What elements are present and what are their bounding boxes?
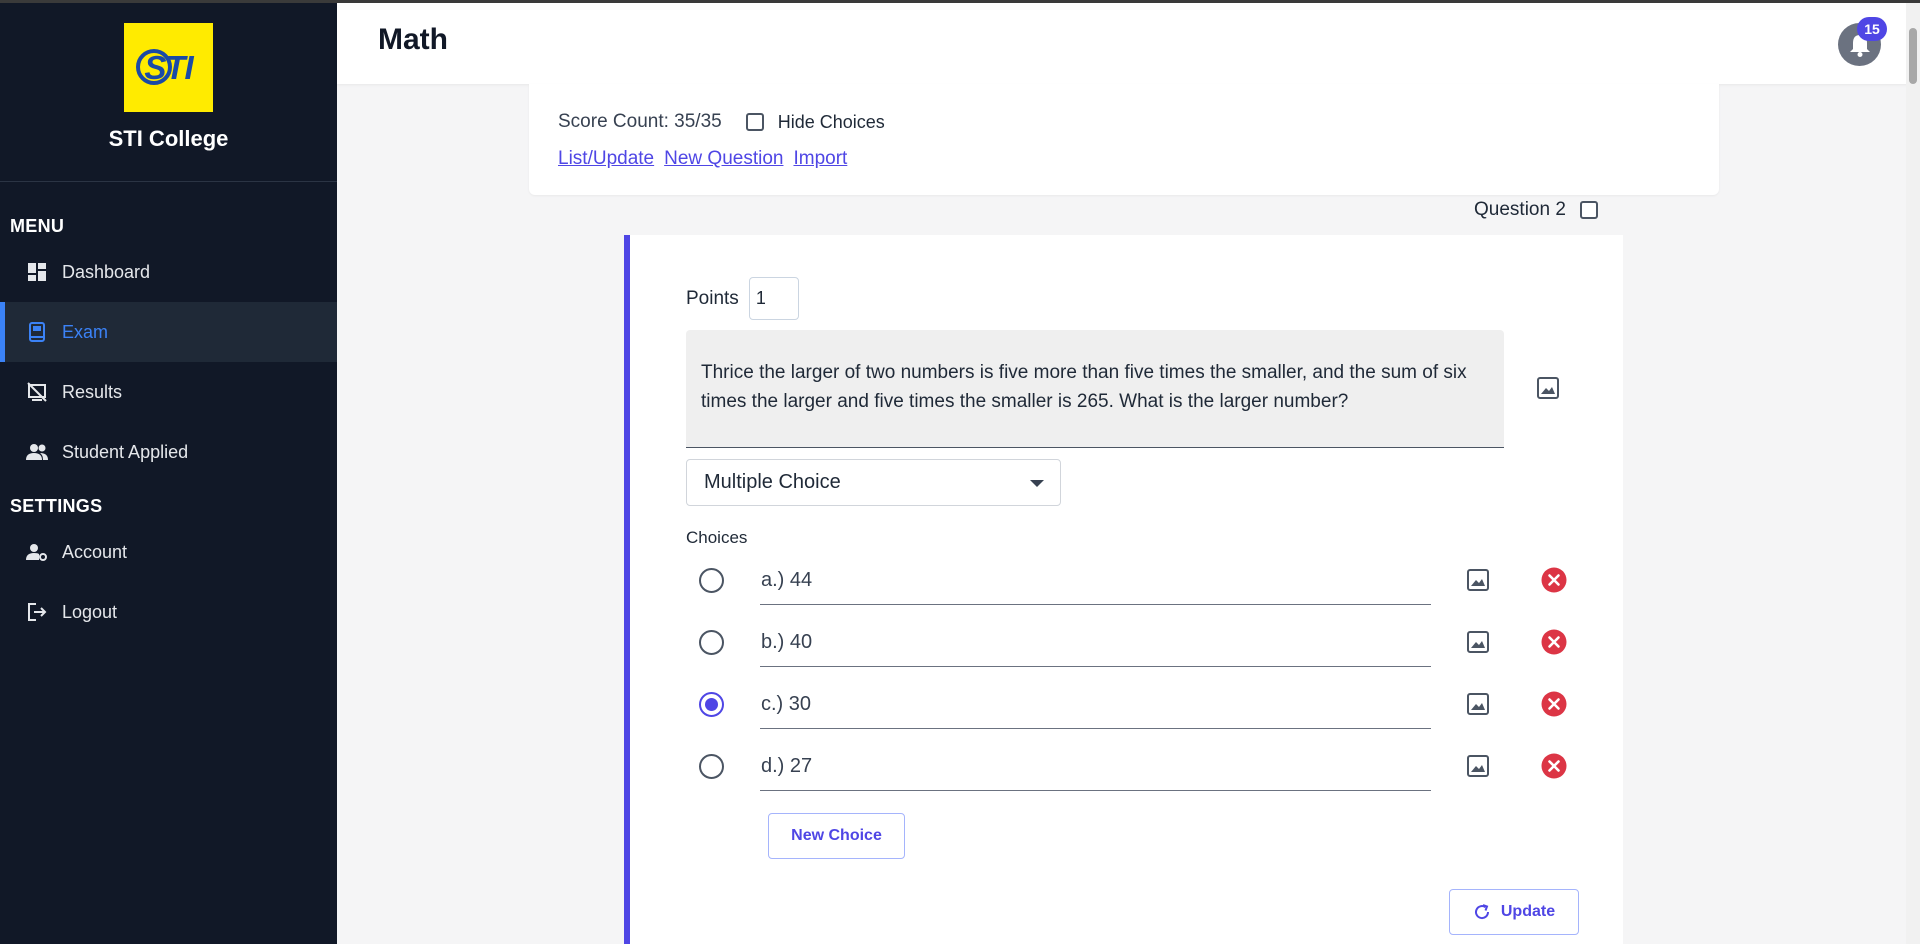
points-row: Points 1 (686, 277, 799, 320)
hide-choices-toggle[interactable]: Hide Choices (745, 111, 885, 133)
choice-row: d.) 27 (686, 741, 1586, 791)
delete-choice-button[interactable] (1541, 567, 1567, 598)
choice-row: b.) 40 (686, 617, 1586, 667)
delete-choice-button[interactable] (1541, 629, 1567, 660)
people-icon (26, 441, 48, 463)
brand-name: STI College (108, 126, 229, 151)
sidebar-item-label: Student Applied (62, 441, 189, 462)
choice-text-field[interactable]: a.) 44 (760, 555, 1431, 605)
image-icon (1467, 631, 1489, 653)
sidebar-item-label: Exam (62, 321, 109, 342)
question-type-value: Multiple Choice (704, 471, 841, 493)
sidebar-item-student-applied[interactable]: Student Applied (0, 422, 337, 482)
close-circle-icon (1541, 753, 1567, 779)
exam-toolbar-card: Score Count: 35/35 Hide Choices List/Upd… (529, 84, 1719, 195)
import-link[interactable]: Import (793, 148, 847, 170)
sidebar-item-label: Results (62, 381, 123, 402)
choice-radio[interactable] (699, 754, 724, 779)
account-settings-icon (26, 541, 48, 563)
hide-choices-label: Hide Choices (777, 111, 885, 132)
choice-row: a.) 44 (686, 555, 1586, 605)
choice-text-field[interactable]: c.) 30 (760, 679, 1431, 729)
image-icon (1467, 693, 1489, 715)
delete-choice-button[interactable] (1541, 753, 1567, 784)
hide-choices-checkbox[interactable] (745, 113, 764, 131)
exam-links: List/Update New Question Import (558, 148, 847, 170)
dashboard-icon (26, 261, 48, 283)
points-label: Points (686, 287, 739, 309)
close-circle-icon (1541, 691, 1567, 717)
question-number: Question 2 (1474, 199, 1598, 221)
choices-label: Choices (686, 528, 748, 547)
question-number-label: Question 2 (1474, 199, 1566, 220)
sidebar-item-label: Account (62, 541, 128, 562)
notification-badge: 15 (1857, 17, 1887, 41)
scrollbar-thumb[interactable] (1909, 28, 1917, 84)
settings-section-title: SETTINGS (10, 496, 103, 516)
window-top-border (0, 0, 1920, 3)
choice-row: c.) 30 (686, 679, 1586, 729)
chevron-down-icon (1030, 480, 1044, 487)
exam-book-icon (26, 321, 48, 343)
image-icon (1467, 569, 1489, 591)
header: Math 15 (337, 3, 1913, 84)
logout-icon (26, 601, 48, 623)
update-button[interactable]: Update (1449, 889, 1579, 935)
choice-image-button[interactable] (1466, 568, 1490, 597)
scrollbar-track[interactable] (1906, 3, 1920, 944)
sidebar-item-dashboard[interactable]: Dashboard (0, 242, 337, 302)
choice-image-button[interactable] (1466, 630, 1490, 659)
close-circle-icon (1541, 567, 1567, 593)
score-count: Score Count: 35/35 (558, 111, 722, 132)
choice-text-field[interactable]: b.) 40 (760, 617, 1431, 667)
update-button-label: Update (1500, 903, 1556, 920)
question-image-button[interactable] (1536, 376, 1560, 405)
image-icon (1467, 755, 1489, 777)
question-card: Points 1 Thrice the larger of two number… (624, 235, 1623, 944)
sidebar: STI STI College MENU Dashboard Exam Resu… (0, 0, 337, 944)
page-title: Math (378, 23, 448, 56)
choice-radio[interactable] (699, 630, 724, 655)
question-select-checkbox[interactable] (1579, 201, 1598, 219)
delete-choice-button[interactable] (1541, 691, 1567, 722)
points-input[interactable]: 1 (748, 277, 799, 320)
logo-text: STI (144, 48, 193, 86)
choice-image-button[interactable] (1466, 754, 1490, 783)
brand: STI STI College (0, 0, 337, 182)
choice-radio-selected[interactable] (699, 692, 724, 717)
menu-section-title: MENU (10, 216, 65, 236)
refresh-icon (1473, 903, 1491, 921)
score-row: Score Count: 35/35 Hide Choices (558, 111, 885, 133)
question-type-select[interactable]: Multiple Choice (686, 459, 1061, 506)
choice-radio[interactable] (699, 568, 724, 593)
sidebar-item-results[interactable]: Results (0, 362, 337, 422)
list-update-link[interactable]: List/Update (558, 148, 654, 170)
new-question-link[interactable]: New Question (664, 148, 783, 170)
sti-logo[interactable]: STI (124, 23, 213, 112)
choice-text-field[interactable]: d.) 27 (760, 741, 1431, 791)
image-icon (1537, 377, 1559, 399)
new-choice-button[interactable]: New Choice (768, 813, 905, 859)
sidebar-item-label: Dashboard (62, 261, 151, 282)
choice-image-button[interactable] (1466, 692, 1490, 721)
sidebar-item-account[interactable]: Account (0, 522, 337, 582)
question-text-field[interactable]: Thrice the larger of two numbers is five… (686, 330, 1504, 448)
sidebar-item-label: Logout (62, 601, 118, 622)
sidebar-item-logout[interactable]: Logout (0, 582, 337, 642)
close-circle-icon (1541, 629, 1567, 655)
results-icon (26, 381, 48, 403)
sidebar-item-exam[interactable]: Exam (0, 302, 337, 362)
